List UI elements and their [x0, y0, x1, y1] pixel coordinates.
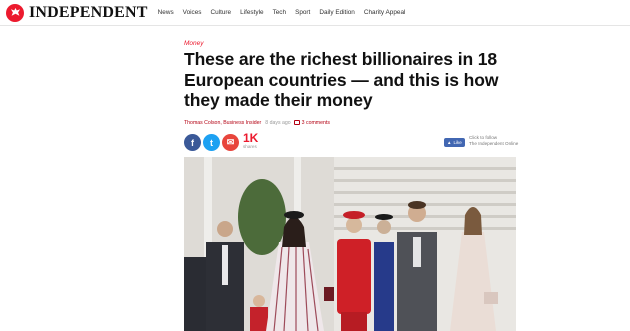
- email-icon: ✉: [226, 137, 235, 147]
- author-link[interactable]: Thomas Colson, Business Insider: [184, 120, 261, 126]
- share-count: 1K shares: [243, 131, 259, 151]
- nav-item-daily-edition[interactable]: Daily Edition: [319, 9, 355, 16]
- timestamp: 8 days ago: [265, 119, 291, 126]
- main-nav: News Voices Culture Lifestyle Tech Sport…: [158, 9, 406, 16]
- twitter-share-button[interactable]: t: [203, 134, 220, 151]
- twitter-icon: t: [210, 137, 213, 148]
- article-photo: [184, 157, 516, 331]
- nav-item-news[interactable]: News: [158, 9, 174, 16]
- comments-count: 3 comments: [301, 119, 330, 126]
- email-share-button[interactable]: ✉: [222, 134, 239, 151]
- like-label: Like: [453, 139, 462, 145]
- logo[interactable]: INDEPENDENT: [6, 3, 148, 22]
- nav-item-charity-appeal[interactable]: Charity Appeal: [364, 9, 406, 16]
- follow-line-2: The Independent Online: [469, 140, 519, 146]
- top-bar: INDEPENDENT News Voices Culture Lifestyl…: [0, 0, 630, 26]
- comment-icon: [293, 120, 300, 125]
- share-count-number: 1K: [243, 131, 259, 145]
- section-label[interactable]: Money: [184, 40, 524, 47]
- comments-link[interactable]: 3 comments: [293, 119, 330, 126]
- nav-item-lifestyle[interactable]: Lifestyle: [240, 9, 263, 16]
- nav-item-sport[interactable]: Sport: [295, 9, 310, 16]
- share-bar: f t ✉ 1K shares ▲ Like Click to follow T…: [184, 131, 524, 153]
- share-count-label: shares: [243, 144, 257, 149]
- nav-item-voices[interactable]: Voices: [183, 9, 202, 16]
- article: Money These are the richest billionaires…: [184, 40, 524, 153]
- facebook-icon: f: [191, 137, 194, 148]
- logo-text: INDEPENDENT: [29, 3, 148, 21]
- headline: These are the richest billionaires in 18…: [184, 49, 499, 110]
- facebook-like-button[interactable]: ▲ Like: [444, 137, 465, 147]
- nav-item-culture[interactable]: Culture: [211, 9, 232, 16]
- follow-text: Click to follow The Independent Online: [469, 135, 518, 147]
- thumbs-up-icon: ▲: [447, 139, 452, 145]
- nav-item-tech[interactable]: Tech: [273, 9, 287, 16]
- byline: Thomas Colson, Business Insider 8 days a…: [184, 120, 524, 126]
- eagle-icon: [6, 3, 24, 22]
- facebook-share-button[interactable]: f: [184, 134, 201, 151]
